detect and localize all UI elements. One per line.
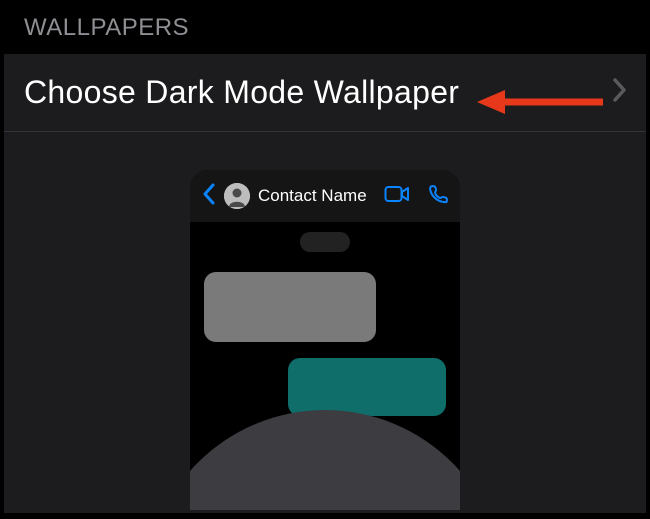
chat-header-right <box>384 184 448 209</box>
choose-dark-mode-wallpaper-row[interactable]: Choose Dark Mode Wallpaper <box>4 54 646 132</box>
chat-header: Contact Name <box>190 170 460 222</box>
wallpaper-preview-area: Contact Name <box>4 132 646 510</box>
section-header-wallpapers: WALLPAPERS <box>0 0 650 54</box>
chevron-right-icon <box>612 77 628 108</box>
contact-name: Contact Name <box>258 186 367 206</box>
outgoing-message-bubble <box>288 358 446 416</box>
chat-body <box>190 222 460 510</box>
back-icon <box>202 183 216 210</box>
panel: Choose Dark Mode Wallpaper Contact Name <box>4 54 646 513</box>
voice-call-icon <box>428 184 448 209</box>
date-pill <box>300 232 350 252</box>
wallpaper-pattern-shape <box>190 410 460 510</box>
avatar-icon <box>224 183 250 209</box>
phone-preview: Contact Name <box>190 170 460 510</box>
menu-row-right <box>612 77 628 108</box>
menu-row-title: Choose Dark Mode Wallpaper <box>24 74 459 111</box>
chat-header-left: Contact Name <box>202 183 367 210</box>
video-call-icon <box>384 185 410 208</box>
incoming-message-bubble <box>204 272 376 342</box>
